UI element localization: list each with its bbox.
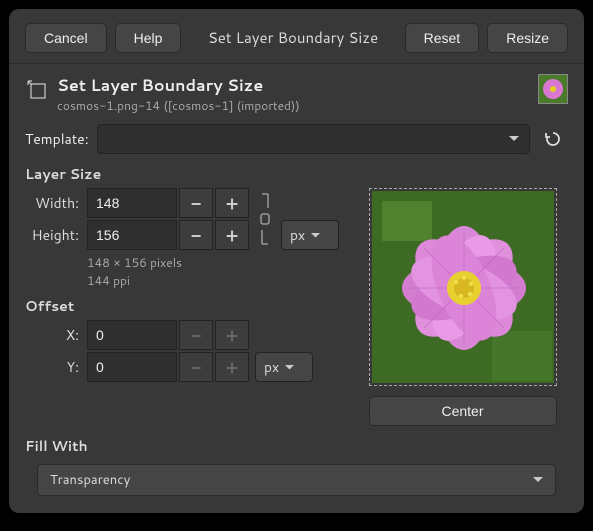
width-input[interactable] — [87, 188, 177, 218]
height-decrement-button[interactable]: − — [179, 220, 213, 250]
fill-with-value: Transparency — [50, 471, 130, 489]
width-label: Width: — [25, 193, 85, 213]
height-label: Height: — [25, 225, 85, 245]
offset-y-label: Y: — [59, 357, 85, 377]
offset-unit-dropdown[interactable]: px — [255, 352, 313, 382]
dialog-title: Set Layer Boundary Size — [57, 74, 300, 97]
preview-image — [372, 191, 554, 383]
center-button[interactable]: Center — [369, 396, 557, 426]
offset-unit-value: px — [264, 357, 279, 377]
ppi-readout: 144 ppi — [87, 272, 339, 290]
body: Width: − + Height: − + px — [9, 188, 584, 426]
chevron-down-icon — [311, 233, 320, 238]
fill-with-dropdown[interactable]: Transparency — [37, 464, 556, 496]
title-bar-label: Set Layer Boundary Size — [189, 23, 396, 53]
template-row: Template: — [9, 120, 584, 158]
offset-heading: Offset — [25, 290, 339, 320]
width-increment-button[interactable]: + — [215, 188, 249, 218]
chain-link-icon[interactable] — [255, 190, 275, 248]
controls-column: Width: − + Height: − + px — [25, 188, 339, 426]
preview-frame[interactable] — [369, 188, 557, 386]
size-unit-value: px — [290, 225, 305, 245]
header-text: Set Layer Boundary Size cosmos-1.png-14 … — [57, 74, 300, 114]
layer-thumbnail — [538, 74, 568, 104]
chevron-down-icon — [509, 136, 519, 142]
size-grid: Width: − + Height: − + — [25, 188, 249, 250]
fill-row: Transparency — [9, 460, 584, 496]
chevron-down-icon — [533, 477, 543, 483]
offset-y-decrement-button[interactable]: − — [179, 352, 213, 382]
offset-y-increment-button[interactable]: + — [215, 352, 249, 382]
resize-button[interactable]: Resize — [487, 23, 568, 53]
offset-x-decrement-button[interactable]: − — [179, 320, 213, 350]
template-label: Template: — [25, 129, 89, 149]
resize-layer-icon — [25, 78, 47, 100]
reset-button[interactable]: Reset — [405, 23, 480, 53]
width-decrement-button[interactable]: − — [179, 188, 213, 218]
offset-x-input[interactable] — [87, 320, 177, 350]
offset-y-input[interactable] — [87, 352, 177, 382]
dialog-subtitle: cosmos-1.png-14 ([cosmos-1] (imported)) — [57, 97, 300, 114]
button-bar: Cancel Help Set Layer Boundary Size Rese… — [9, 9, 584, 64]
offset-x-increment-button[interactable]: + — [215, 320, 249, 350]
height-increment-button[interactable]: + — [215, 220, 249, 250]
preview-column: Center — [357, 188, 568, 426]
chevron-down-icon — [285, 365, 294, 370]
dialog: Cancel Help Set Layer Boundary Size Rese… — [9, 9, 584, 513]
header: Set Layer Boundary Size cosmos-1.png-14 … — [9, 64, 584, 120]
size-unit-dropdown[interactable]: px — [281, 220, 339, 250]
pixel-dimensions: 148 × 156 pixels — [87, 254, 339, 272]
offset-x-label: X: — [59, 325, 85, 345]
template-dropdown[interactable] — [97, 124, 530, 154]
template-reset-button[interactable] — [538, 124, 568, 154]
height-input[interactable] — [87, 220, 177, 250]
dimensions-readout: 148 × 156 pixels 144 ppi — [25, 250, 339, 290]
offset-grid: X: − + Y: − + — [59, 320, 249, 382]
help-button[interactable]: Help — [115, 23, 182, 53]
fill-with-heading: Fill With — [9, 426, 584, 460]
cancel-button[interactable]: Cancel — [25, 23, 107, 53]
layer-size-heading: Layer Size — [9, 158, 584, 188]
